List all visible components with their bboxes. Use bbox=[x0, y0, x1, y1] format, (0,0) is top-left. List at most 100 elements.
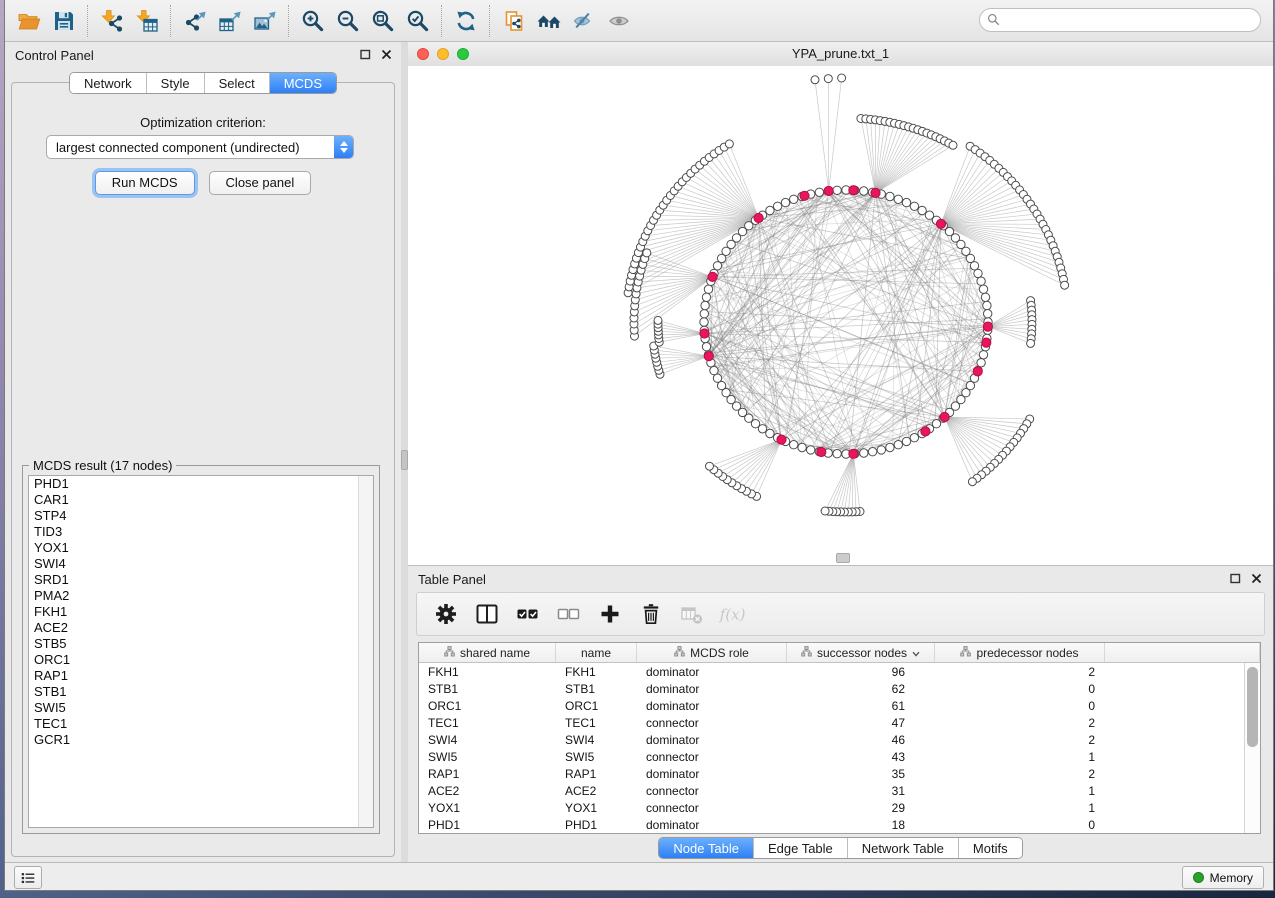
import-table-icon[interactable] bbox=[129, 5, 164, 37]
mcds-result-item[interactable]: STB5 bbox=[29, 636, 373, 652]
mcds-result-item[interactable]: STB1 bbox=[29, 684, 373, 700]
zoom-selected-icon[interactable] bbox=[400, 5, 435, 37]
column-header-predecessor-nodes[interactable]: predecessor nodes bbox=[935, 643, 1105, 662]
gear-icon[interactable] bbox=[431, 600, 461, 628]
tab-network[interactable]: Network bbox=[70, 73, 147, 93]
mcds-result-item[interactable]: RAP1 bbox=[29, 668, 373, 684]
tab-select[interactable]: Select bbox=[205, 73, 270, 93]
divider-handle-icon[interactable] bbox=[401, 450, 408, 470]
mcds-result-item[interactable]: TID3 bbox=[29, 524, 373, 540]
column-header-successor-nodes[interactable]: successor nodes bbox=[787, 643, 935, 662]
split-divider-vertical[interactable] bbox=[401, 42, 408, 863]
table-row[interactable]: PHD1PHD1dominator180 bbox=[419, 816, 1245, 833]
table-row[interactable]: SWI5SWI5connector431 bbox=[419, 748, 1245, 765]
table-row[interactable]: STB1STB1dominator620 bbox=[419, 680, 1245, 697]
mcds-result-group: MCDS result (17 nodes) PHD1CAR1STP4TID3Y… bbox=[22, 465, 380, 834]
mcds-result-item[interactable]: YOX1 bbox=[29, 540, 373, 556]
cell-MCDS-role: connector bbox=[637, 784, 787, 798]
close-panel-icon[interactable] bbox=[380, 48, 393, 61]
task-history-button[interactable] bbox=[14, 866, 42, 889]
float-table-panel-icon[interactable] bbox=[1229, 572, 1242, 585]
close-panel-button[interactable]: Close panel bbox=[209, 171, 312, 195]
network-canvas[interactable] bbox=[408, 66, 1273, 565]
add-row-icon[interactable] bbox=[595, 600, 625, 628]
save-session-icon[interactable] bbox=[46, 5, 81, 37]
select-all-icon[interactable] bbox=[513, 600, 543, 628]
search-box bbox=[979, 8, 1261, 32]
show-all-icon[interactable] bbox=[601, 5, 636, 37]
mcds-result-item[interactable]: CAR1 bbox=[29, 492, 373, 508]
refresh-view-icon[interactable] bbox=[448, 5, 483, 37]
column-header-shared-name[interactable]: shared name bbox=[419, 643, 556, 662]
close-table-panel-icon[interactable] bbox=[1250, 572, 1263, 585]
optimization-criterion-select[interactable]: largest connected component (undirected) bbox=[46, 135, 354, 159]
cell-shared-name: ORC1 bbox=[419, 699, 556, 713]
tab-motifs[interactable]: Motifs bbox=[959, 838, 1022, 858]
cell-predecessor-nodes: 2 bbox=[935, 716, 1105, 730]
split-columns-icon[interactable] bbox=[472, 600, 502, 628]
first-neighbors-icon[interactable] bbox=[531, 5, 566, 37]
table-row[interactable]: TEC1TEC1connector472 bbox=[419, 714, 1245, 731]
table-row[interactable]: FKH1FKH1dominator962 bbox=[419, 663, 1245, 680]
cell-shared-name: SWI5 bbox=[419, 750, 556, 764]
canvas-scroll-handle[interactable] bbox=[836, 553, 850, 563]
tab-edge-table[interactable]: Edge Table bbox=[754, 838, 848, 858]
network-window-titlebar: YPA_prune.txt_1 bbox=[408, 42, 1273, 67]
mcds-result-item[interactable]: ACE2 bbox=[29, 620, 373, 636]
table-scrollbar-thumb[interactable] bbox=[1247, 667, 1258, 747]
zoom-fit-icon[interactable] bbox=[365, 5, 400, 37]
import-network-icon[interactable] bbox=[94, 5, 129, 37]
zoom-in-icon[interactable] bbox=[295, 5, 330, 37]
memory-button[interactable]: Memory bbox=[1182, 866, 1264, 889]
export-image-icon[interactable] bbox=[247, 5, 282, 37]
zoom-out-icon[interactable] bbox=[330, 5, 365, 37]
mcds-result-title: MCDS result (17 nodes) bbox=[29, 458, 176, 473]
mcds-result-item[interactable]: SWI5 bbox=[29, 700, 373, 716]
mcds-result-item[interactable]: FKH1 bbox=[29, 604, 373, 620]
tab-node-table[interactable]: Node Table bbox=[659, 838, 754, 858]
tab-style[interactable]: Style bbox=[147, 73, 205, 93]
open-file-icon[interactable] bbox=[11, 5, 46, 37]
search-icon bbox=[987, 13, 1000, 26]
table-row[interactable]: SWI4SWI4dominator462 bbox=[419, 731, 1245, 748]
mcds-result-item[interactable]: STP4 bbox=[29, 508, 373, 524]
search-input[interactable] bbox=[979, 8, 1261, 32]
mcds-result-item[interactable]: PMA2 bbox=[29, 588, 373, 604]
cell-shared-name: FKH1 bbox=[419, 665, 556, 679]
tab-network-table[interactable]: Network Table bbox=[848, 838, 959, 858]
table-row[interactable]: YOX1YOX1connector291 bbox=[419, 799, 1245, 816]
cell-MCDS-role: dominator bbox=[637, 767, 787, 781]
column-header-MCDS-role[interactable]: MCDS role bbox=[637, 643, 787, 662]
deselect-all-icon[interactable] bbox=[554, 600, 584, 628]
mcds-result-item[interactable]: PHD1 bbox=[29, 476, 373, 492]
mcds-result-item[interactable]: ORC1 bbox=[29, 652, 373, 668]
mcds-result-item[interactable]: SRD1 bbox=[29, 572, 373, 588]
export-network-icon[interactable] bbox=[177, 5, 212, 37]
cell-shared-name: ACE2 bbox=[419, 784, 556, 798]
column-header-name[interactable]: name bbox=[556, 643, 637, 662]
run-mcds-button[interactable]: Run MCDS bbox=[95, 171, 195, 195]
table-row[interactable]: ACE2ACE2connector311 bbox=[419, 782, 1245, 799]
table-scrollbar[interactable] bbox=[1244, 663, 1260, 833]
cell-successor-nodes: 47 bbox=[787, 716, 935, 730]
cell-shared-name: RAP1 bbox=[419, 767, 556, 781]
mcds-result-item[interactable]: SWI4 bbox=[29, 556, 373, 572]
export-table-icon[interactable] bbox=[212, 5, 247, 37]
tab-mcds[interactable]: MCDS bbox=[270, 73, 336, 93]
mcds-result-item[interactable]: GCR1 bbox=[29, 732, 373, 748]
mcds-result-item[interactable]: TEC1 bbox=[29, 716, 373, 732]
tree-icon bbox=[801, 646, 812, 660]
delete-row-icon[interactable] bbox=[636, 600, 666, 628]
result-list-scrollbar[interactable] bbox=[358, 476, 373, 827]
clone-network-icon[interactable] bbox=[496, 5, 531, 37]
app-window: Control Panel NetworkStyleSelectMCDS Opt… bbox=[4, 0, 1274, 891]
memory-label: Memory bbox=[1210, 871, 1253, 885]
control-panel-title: Control Panel bbox=[15, 48, 94, 63]
tree-icon bbox=[960, 646, 971, 660]
table-row[interactable]: RAP1RAP1dominator352 bbox=[419, 765, 1245, 782]
float-panel-icon[interactable] bbox=[359, 48, 372, 61]
table-row[interactable]: ORC1ORC1dominator610 bbox=[419, 697, 1245, 714]
hide-selected-icon[interactable] bbox=[566, 5, 601, 37]
cell-successor-nodes: 96 bbox=[787, 665, 935, 679]
cell-successor-nodes: 31 bbox=[787, 784, 935, 798]
